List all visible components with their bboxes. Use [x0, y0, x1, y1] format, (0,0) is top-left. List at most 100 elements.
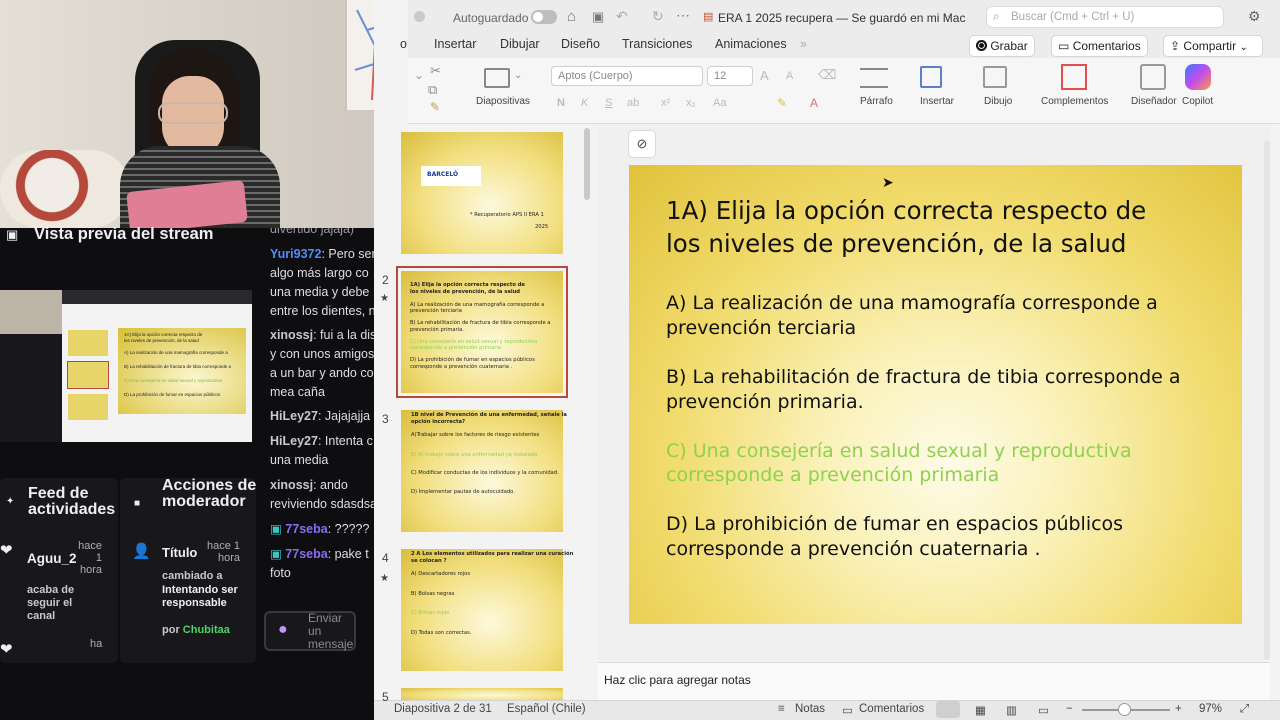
zoom-out-icon[interactable]: −	[1066, 703, 1073, 715]
slides-icon[interactable]	[484, 68, 510, 88]
language-indicator[interactable]: Español (Chile)	[507, 703, 586, 715]
undo-icon[interactable]: ↶	[616, 8, 628, 25]
chevron-down-icon[interactable]: ⌄	[1239, 42, 1247, 53]
zoom-slider-thumb[interactable]	[1118, 703, 1131, 716]
zoom-in-icon[interactable]: +	[1175, 703, 1182, 715]
mod-item-label: Título	[162, 545, 198, 560]
chat-text: Pero sería	[328, 247, 374, 261]
paragraph-icon[interactable]	[860, 68, 888, 88]
option-b-line-2[interactable]: prevención primaria.	[666, 391, 864, 413]
chat-username[interactable]: 77seba	[285, 547, 327, 561]
normal-view-icon[interactable]	[936, 701, 960, 718]
feed-user[interactable]: Aguu_2	[27, 552, 77, 566]
format-painter-icon[interactable]: ✎	[430, 100, 440, 114]
superscript-icon[interactable]: x²	[661, 97, 670, 109]
tab-dibujar[interactable]: Dibujar	[500, 37, 540, 51]
share-label: Compartir	[1183, 39, 1237, 53]
notes-icon[interactable]: ≡	[778, 703, 785, 715]
copy-icon[interactable]: ⧉	[428, 82, 437, 98]
search-box[interactable]: ⌕ Buscar (Cmd + Ctrl + U)	[986, 6, 1224, 28]
increase-font-icon[interactable]: A	[760, 68, 769, 83]
autosave-toggle[interactable]	[531, 10, 557, 24]
settings-icon[interactable]: ⚙	[1248, 8, 1261, 25]
chat-username[interactable]: HiLey27	[270, 409, 318, 423]
subscript-icon[interactable]: x₂	[686, 97, 696, 109]
notes-button[interactable]: Notas	[795, 703, 825, 715]
canvas-scrollbar[interactable]	[1264, 140, 1270, 660]
option-d-line-1[interactable]: D) La prohibición de fumar en espacios p…	[666, 513, 1123, 535]
chevron-down-icon[interactable]: ⌄	[946, 10, 954, 21]
chat-username[interactable]: Yuri9372	[270, 247, 321, 261]
font-name-select[interactable]: Aptos (Cuerpo)	[551, 66, 703, 86]
tab-animaciones[interactable]: Animaciones	[715, 37, 787, 51]
more-tabs-icon[interactable]: »	[800, 37, 807, 51]
decrease-font-icon[interactable]: A	[786, 70, 793, 82]
bold-icon[interactable]: N	[557, 97, 565, 109]
chat-username[interactable]: HiLey27	[270, 434, 318, 448]
addins-icon[interactable]	[1061, 64, 1087, 90]
italic-icon[interactable]: K	[581, 97, 588, 109]
document-title[interactable]: ERA 1 2025 recupera — Se guardó en mi Ma…	[718, 11, 965, 25]
highlight-icon[interactable]: ✎	[777, 96, 787, 110]
stream-preview-video[interactable]: 1A) Elija la opción correcta respecto de…	[0, 290, 252, 442]
clear-format-icon[interactable]: ⌫	[818, 67, 836, 83]
slide-number: 2	[382, 273, 389, 287]
chat-username[interactable]: xinossj	[270, 328, 313, 342]
thumbnails-scrollbar[interactable]	[584, 128, 590, 200]
slide-title-line-1[interactable]: 1A) Elija la opción correcta respecto de	[666, 196, 1146, 225]
font-size-select[interactable]: 12	[707, 66, 753, 86]
text-color-icon[interactable]: A	[810, 96, 818, 110]
mod-item-by: por Chubitaa	[162, 624, 230, 637]
slide-sorter-icon[interactable]: ▦	[975, 703, 986, 717]
option-a-line-1[interactable]: A) La realización de una mamografía corr…	[666, 292, 1158, 314]
chevron-down-icon[interactable]: ⌄	[414, 68, 424, 82]
slide-thumbnail[interactable]	[401, 132, 563, 254]
font-color-icon[interactable]: Aa	[713, 97, 726, 109]
zoom-level[interactable]: 97%	[1199, 703, 1222, 715]
comments-status-button[interactable]: Comentarios	[859, 703, 924, 715]
tab-inicio[interactable]: o	[400, 37, 407, 51]
option-d-line-2[interactable]: corresponde a prevención cuaternaria .	[666, 538, 1041, 560]
chevron-down-icon[interactable]: ⌄	[514, 70, 522, 81]
redo-icon[interactable]: ↻	[652, 8, 664, 25]
option-b-line-1[interactable]: B) La rehabilitación de fractura de tibi…	[666, 366, 1181, 388]
cut-icon[interactable]: ✂	[430, 63, 441, 79]
mod-icon: ■	[134, 498, 141, 509]
insert-shape-icon[interactable]	[920, 66, 942, 88]
copilot-icon[interactable]	[1185, 64, 1211, 90]
thumbnail-text: A)Trabajar sobre los factores de riesgo …	[411, 431, 540, 438]
comments-button[interactable]: ▭ Comentarios	[1051, 35, 1148, 57]
tab-insertar[interactable]: Insertar	[434, 37, 476, 51]
reading-view-icon[interactable]: ▥	[1006, 703, 1017, 717]
record-label: Grabar	[990, 39, 1028, 53]
tab-diseño[interactable]: Diseño	[561, 37, 600, 51]
heart-icon: ❤	[0, 641, 13, 658]
share-button[interactable]: ⇪ Compartir ⌄	[1163, 35, 1263, 57]
fit-slide-icon[interactable]: ⤢	[1240, 703, 1249, 716]
record-button[interactable]: Grabar	[969, 35, 1035, 57]
microphone-icon[interactable]: ●	[278, 621, 288, 639]
chat-username[interactable]: xinossj	[270, 478, 313, 492]
mod-by-user[interactable]: Chubitaa	[183, 624, 230, 636]
more-icon[interactable]: ⋯	[676, 7, 690, 24]
draw-icon[interactable]	[983, 66, 1007, 88]
chat-input[interactable]: ● Enviar un mensaje	[264, 611, 356, 651]
underline-icon[interactable]: S	[605, 97, 612, 109]
option-c-line-1[interactable]: C) Una consejería en salud sexual y repr…	[666, 440, 1132, 462]
designer-icon[interactable]	[1140, 64, 1166, 90]
comments-icon[interactable]: ▭	[842, 703, 853, 717]
save-icon[interactable]: ▣	[592, 9, 604, 25]
slide-title-line-2[interactable]: los niveles de prevención, de la salud	[666, 229, 1126, 258]
home-icon[interactable]: ⌂	[567, 8, 576, 25]
chat-message: algo más largo co	[270, 264, 374, 283]
option-c-line-2[interactable]: corresponde a prevención primaria	[666, 464, 999, 486]
close-window-icon[interactable]	[414, 11, 425, 22]
chat-username[interactable]: 77seba	[285, 522, 327, 536]
copilot-prompt-icon[interactable]: ⊘	[628, 130, 656, 158]
option-a-line-2[interactable]: prevención terciaria	[666, 317, 856, 339]
notes-pane[interactable]: Haz clic para agregar notas	[598, 662, 1270, 700]
tab-transiciones[interactable]: Transiciones	[622, 37, 692, 51]
slide-thumbnail[interactable]	[401, 688, 563, 700]
strikethrough-icon[interactable]: ab	[627, 97, 639, 109]
slideshow-icon[interactable]: ▭	[1038, 703, 1049, 717]
